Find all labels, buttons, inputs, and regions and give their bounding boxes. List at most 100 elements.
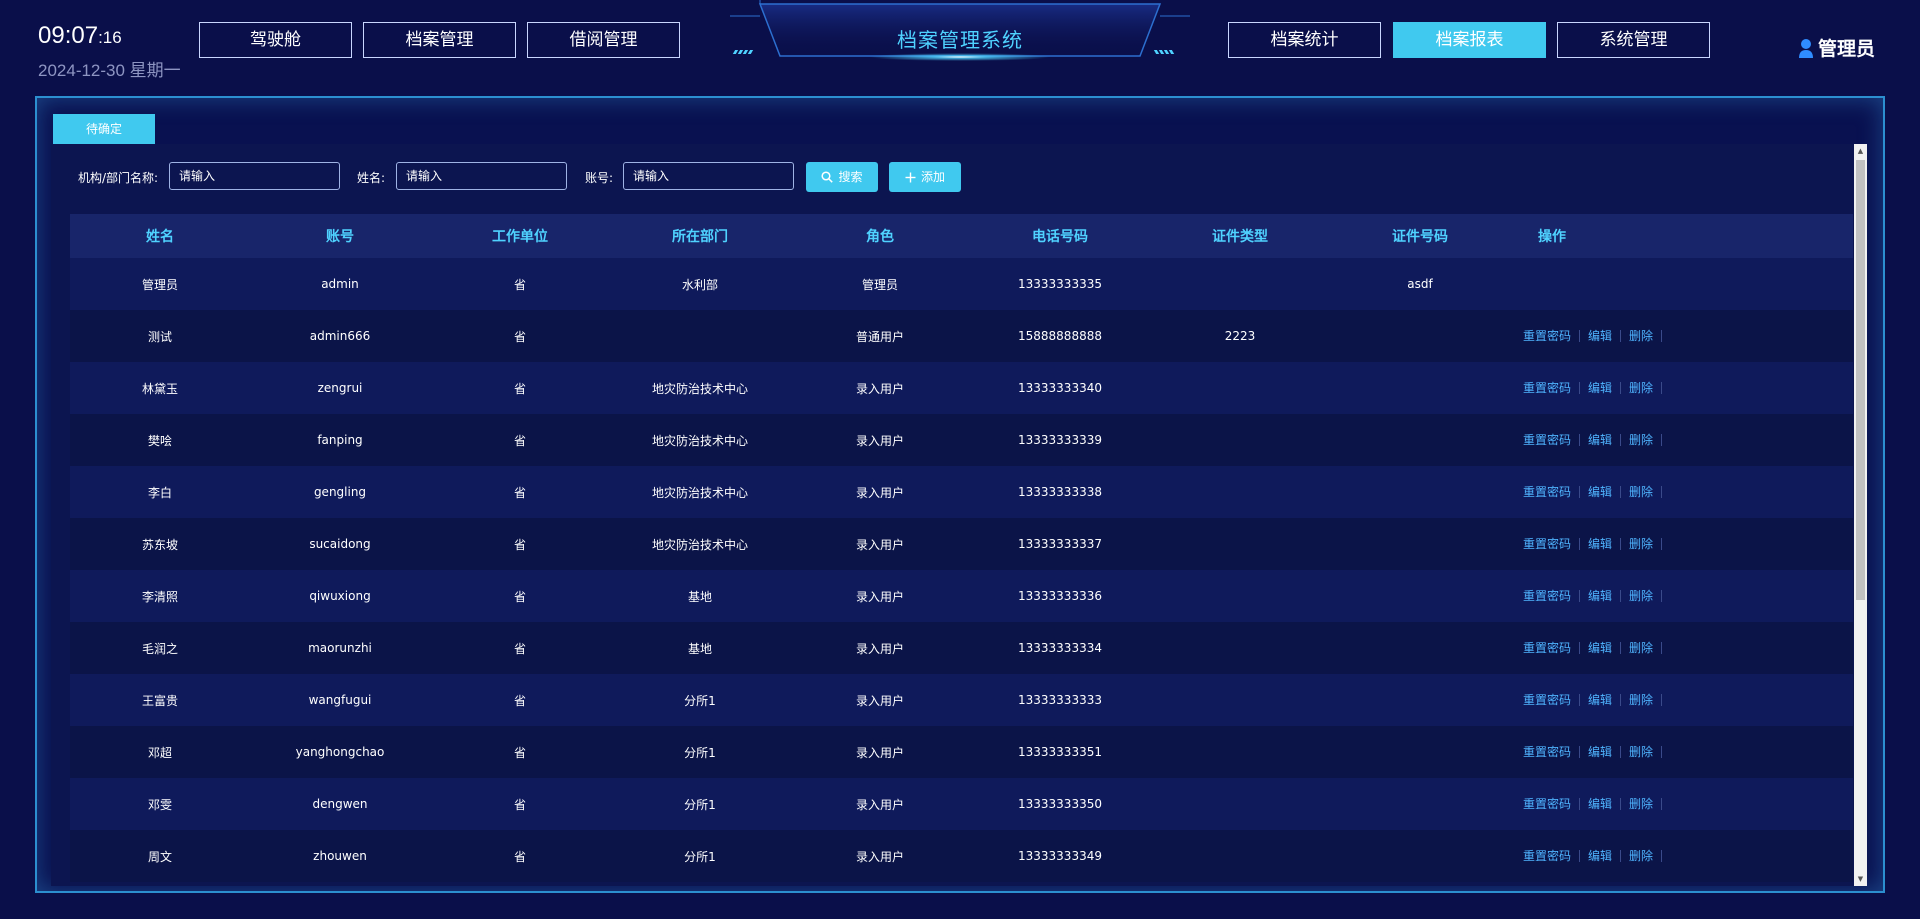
- edit-link[interactable]: 编辑: [1580, 694, 1622, 706]
- delete-link[interactable]: 删除: [1621, 486, 1663, 498]
- edit-link[interactable]: 编辑: [1580, 330, 1622, 342]
- reset-password-link[interactable]: 重置密码: [1515, 798, 1581, 810]
- reset-password-link[interactable]: 重置密码: [1515, 382, 1581, 394]
- cell-account: zengrui: [317, 381, 363, 395]
- user-menu[interactable]: 管理员: [1798, 34, 1875, 63]
- column-header-work-unit: 工作单位: [492, 229, 548, 245]
- nav-system-management[interactable]: 系统管理: [1557, 22, 1710, 58]
- nav-archive-statistics[interactable]: 档案统计: [1228, 22, 1381, 58]
- reset-password-link[interactable]: 重置密码: [1515, 746, 1581, 758]
- cell-role: 录入用户: [855, 641, 904, 656]
- delete-link[interactable]: 删除: [1621, 642, 1663, 654]
- filter-bar: 机构/部门名称: 姓名: 账号: 搜索 添加: [51, 162, 1851, 192]
- cell-account: admin: [321, 277, 359, 291]
- reset-password-link[interactable]: 重置密码: [1515, 486, 1581, 498]
- cell-account: gengling: [313, 485, 367, 499]
- delete-link[interactable]: 删除: [1621, 382, 1663, 394]
- tab-pending[interactable]: 待确定: [53, 114, 155, 144]
- nav-archive-report[interactable]: 档案报表: [1393, 22, 1546, 58]
- search-button[interactable]: 搜索: [806, 162, 878, 192]
- cell-id-number: [1340, 622, 1500, 674]
- cell-work-unit: 省: [513, 277, 526, 292]
- reset-password-link[interactable]: 重置密码: [1515, 538, 1581, 550]
- edit-link[interactable]: 编辑: [1580, 434, 1622, 446]
- cell-id-number: [1340, 310, 1500, 362]
- reset-password-link[interactable]: 重置密码: [1515, 850, 1581, 862]
- system-title: 档案管理系统: [897, 28, 1023, 52]
- row-actions: 重置密码 编辑 删除: [1515, 518, 1715, 570]
- edit-link[interactable]: 编辑: [1580, 382, 1622, 394]
- cell-id-type: [1160, 778, 1320, 830]
- row-actions: 重置密码 编辑 删除: [1515, 362, 1715, 414]
- cell-role: 录入用户: [855, 693, 904, 708]
- cell-name: 测试: [147, 329, 172, 344]
- clock-time: 09:07:16: [38, 22, 181, 50]
- delete-link[interactable]: 删除: [1621, 850, 1663, 862]
- cell-role: 录入用户: [855, 745, 904, 760]
- delete-link[interactable]: 删除: [1621, 746, 1663, 758]
- cell-id-type: [1160, 258, 1320, 310]
- scroll-down-arrow-icon[interactable]: ▼: [1854, 872, 1867, 886]
- cell-id-type: [1160, 622, 1320, 674]
- cell-department: 基地: [687, 589, 712, 604]
- table-header-row: 姓名 账号 工作单位 所在部门 角色 电话号码 证件类型 证件号码 操作: [70, 214, 1853, 258]
- cell-id-type: [1160, 674, 1320, 726]
- cell-department: 分所1: [684, 693, 716, 708]
- reset-password-link[interactable]: 重置密码: [1515, 590, 1581, 602]
- vertical-scrollbar[interactable]: ▲ ▼: [1854, 144, 1867, 886]
- delete-link[interactable]: 删除: [1621, 694, 1663, 706]
- cell-role: 录入用户: [855, 797, 904, 812]
- edit-link[interactable]: 编辑: [1580, 642, 1622, 654]
- cell-phone: 13333333334: [1018, 641, 1102, 655]
- nav-archive-management[interactable]: 档案管理: [363, 22, 516, 58]
- column-header-actions: 操作: [1538, 229, 1566, 245]
- table-row: 毛润之 maorunzhi 省 基地 录入用户 13333333334 重置密码 编辑 删除: [70, 622, 1853, 674]
- delete-link[interactable]: 删除: [1621, 590, 1663, 602]
- edit-link[interactable]: 编辑: [1580, 538, 1622, 550]
- delete-link[interactable]: 删除: [1621, 538, 1663, 550]
- nav-borrow-management[interactable]: 借阅管理: [527, 22, 680, 58]
- column-header-phone: 电话号码: [1032, 229, 1088, 245]
- scroll-up-arrow-icon[interactable]: ▲: [1854, 144, 1867, 158]
- reset-password-link[interactable]: 重置密码: [1515, 694, 1581, 706]
- cell-phone: 15888888888: [1018, 329, 1102, 343]
- reset-password-link[interactable]: 重置密码: [1515, 642, 1581, 654]
- cell-id-number: [1340, 466, 1500, 518]
- org-input[interactable]: [169, 162, 340, 190]
- cell-department: 地灾防治技术中心: [651, 537, 748, 552]
- account-input[interactable]: [623, 162, 794, 190]
- cell-role: 录入用户: [855, 381, 904, 396]
- cell-id-number: [1340, 726, 1500, 778]
- clock-time-main: 09:07: [38, 22, 99, 49]
- cell-role: 录入用户: [855, 537, 904, 552]
- search-icon: [821, 171, 834, 183]
- cell-account: maorunzhi: [308, 641, 372, 655]
- user-table: 姓名 账号 工作单位 所在部门 角色 电话号码 证件类型 证件号码 操作 管理员 admin 省 水利部…: [70, 214, 1853, 882]
- edit-link[interactable]: 编辑: [1580, 850, 1622, 862]
- cell-work-unit: 省: [513, 849, 526, 864]
- cell-phone: 13333333336: [1018, 589, 1102, 603]
- delete-link[interactable]: 删除: [1621, 798, 1663, 810]
- reset-password-link[interactable]: 重置密码: [1515, 434, 1581, 446]
- cell-work-unit: 省: [513, 329, 526, 344]
- scrollbar-thumb[interactable]: [1856, 160, 1865, 600]
- content-area: 机构/部门名称: 姓名: 账号: 搜索 添加 姓名 账号 工作单位 所在部门 角色 电话号…: [51, 144, 1867, 886]
- add-button[interactable]: 添加: [889, 162, 961, 192]
- edit-link[interactable]: 编辑: [1580, 798, 1622, 810]
- cell-department: 地灾防治技术中心: [651, 433, 748, 448]
- cell-account: wangfugui: [308, 693, 372, 707]
- edit-link[interactable]: 编辑: [1580, 746, 1622, 758]
- cell-id-number: [1340, 518, 1500, 570]
- edit-link[interactable]: 编辑: [1580, 486, 1622, 498]
- reset-password-link[interactable]: 重置密码: [1515, 330, 1581, 342]
- table-row: 李白 gengling 省 地灾防治技术中心 录入用户 13333333338 重置密码 编辑…: [70, 466, 1853, 518]
- name-input[interactable]: [396, 162, 567, 190]
- cell-work-unit: 省: [513, 693, 526, 708]
- table-row: 苏东坡 sucaidong 省 地灾防治技术中心 录入用户 13333333337 重置密码…: [70, 518, 1853, 570]
- nav-cockpit[interactable]: 驾驶舱: [199, 22, 352, 58]
- delete-link[interactable]: 删除: [1621, 434, 1663, 446]
- row-actions: 重置密码 编辑 删除: [1515, 778, 1715, 830]
- cell-id-number: [1340, 674, 1500, 726]
- delete-link[interactable]: 删除: [1621, 330, 1663, 342]
- edit-link[interactable]: 编辑: [1580, 590, 1622, 602]
